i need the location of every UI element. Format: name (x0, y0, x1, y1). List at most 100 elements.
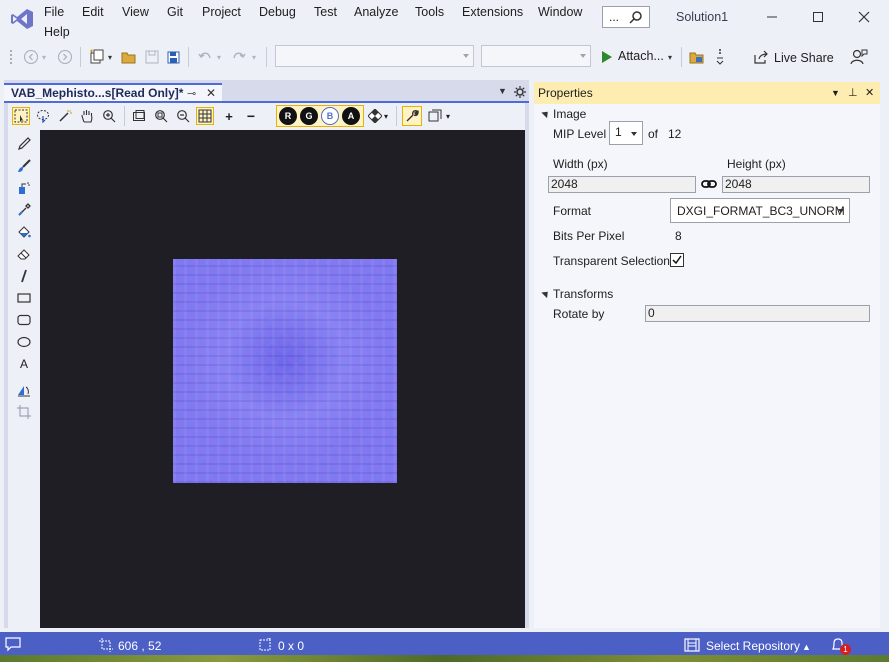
line-tool-icon[interactable] (15, 267, 33, 285)
live-share-icon[interactable] (752, 48, 770, 66)
menu-extensions[interactable]: Extensions (462, 5, 523, 19)
attach-button[interactable]: Attach... (618, 49, 664, 63)
notification-comment-icon[interactable] (5, 636, 21, 652)
pan-hand-icon[interactable] (78, 107, 96, 125)
menu-edit[interactable]: Edit (82, 5, 104, 19)
panel-dropdown-icon[interactable]: ▼ (831, 82, 840, 104)
menu-tools[interactable]: Tools (415, 5, 444, 19)
format-select[interactable]: DXGI_FORMAT_BC3_UNORM (670, 198, 850, 223)
brush-icon[interactable] (15, 157, 33, 175)
minimize-button[interactable] (758, 6, 786, 28)
navigate-back-icon[interactable] (22, 48, 40, 66)
lasso-select-icon[interactable] (34, 107, 52, 125)
normal-map-texture[interactable] (173, 259, 397, 483)
ellipse-tool-icon[interactable] (15, 333, 33, 351)
live-share-button[interactable]: Live Share (774, 51, 834, 65)
menu-window[interactable]: Window (538, 5, 582, 19)
undo-icon[interactable] (196, 48, 214, 66)
transforms-section-header: Transforms (553, 287, 614, 301)
rotate-by-field[interactable]: 0 (645, 305, 870, 322)
pencil-icon[interactable] (15, 135, 33, 153)
background-dropdown-icon[interactable]: ▾ (382, 107, 390, 125)
magic-wand-icon[interactable] (56, 107, 74, 125)
maximize-button[interactable] (804, 6, 832, 28)
properties-header: Properties ▼ ⊥ ✕ (534, 82, 880, 104)
open-folder-icon[interactable] (120, 48, 138, 66)
airbrush-icon[interactable] (15, 179, 33, 197)
settings-gear-icon[interactable] (514, 86, 526, 98)
zoom-in-plus-icon[interactable]: + (220, 107, 238, 125)
height-field[interactable]: 2048 (722, 176, 870, 193)
advanced-dropdown-icon[interactable]: ▾ (444, 107, 452, 125)
alpha-channel-toggle[interactable]: A (342, 107, 360, 125)
attach-dropdown-icon[interactable]: ▾ (666, 48, 674, 66)
close-tab-icon[interactable]: ✕ (206, 85, 216, 101)
rectangle-tool-icon[interactable] (15, 289, 33, 307)
start-debug-icon[interactable] (598, 48, 616, 66)
zoom-to-fit-icon[interactable] (152, 107, 170, 125)
navigate-forward-icon[interactable] (56, 48, 74, 66)
menu-debug[interactable]: Debug (259, 5, 296, 19)
menu-view[interactable]: View (122, 5, 149, 19)
select-repository-button[interactable]: Select Repository (706, 639, 800, 653)
format-value: DXGI_FORMAT_BC3_UNORM (677, 204, 845, 218)
folder-view-icon[interactable] (688, 48, 706, 66)
crop-icon[interactable] (15, 403, 33, 421)
repository-dropdown-icon[interactable]: ▲ (802, 642, 811, 652)
toolbar-grip-icon[interactable] (8, 48, 14, 66)
zoom-out-minus-icon[interactable]: − (242, 107, 260, 125)
search-input[interactable]: ... (602, 6, 650, 28)
rotate-image-icon[interactable] (15, 381, 33, 399)
properties-wrench-icon[interactable] (402, 106, 422, 126)
save-all-icon[interactable] (164, 48, 182, 66)
eyedropper-icon[interactable] (15, 201, 33, 219)
bits-per-pixel-label: Bits Per Pixel (553, 229, 625, 243)
save-icon[interactable] (143, 48, 161, 66)
close-panel-icon[interactable]: ✕ (865, 82, 874, 104)
menu-file[interactable]: File (44, 5, 64, 19)
pixel-grid-icon[interactable] (196, 107, 214, 125)
menu-git[interactable]: Git (167, 5, 183, 19)
back-dropdown-icon[interactable]: ▾ (40, 48, 48, 66)
redo-dropdown-icon[interactable]: ▾ (250, 48, 258, 66)
menu-help[interactable]: Help (44, 25, 70, 39)
new-project-icon[interactable] (88, 48, 106, 66)
text-tool-icon[interactable]: A (15, 355, 33, 373)
pin-tab-icon[interactable]: ⊸ (187, 86, 196, 102)
configuration-combo[interactable] (275, 45, 474, 67)
menu-test[interactable]: Test (314, 5, 337, 19)
blue-channel-toggle[interactable]: B (321, 107, 339, 125)
fill-bucket-icon[interactable] (15, 223, 33, 241)
mip-level-select[interactable]: 1 (609, 121, 643, 145)
transparent-selection-checkbox[interactable] (670, 253, 684, 267)
actual-size-icon[interactable] (130, 107, 148, 125)
width-field[interactable]: 2048 (548, 176, 696, 193)
rounded-rectangle-tool-icon[interactable] (15, 311, 33, 329)
eraser-icon[interactable] (15, 245, 33, 263)
red-channel-toggle[interactable]: R (279, 107, 297, 125)
feedback-icon[interactable] (850, 48, 868, 66)
link-dimensions-icon[interactable] (701, 178, 717, 190)
green-channel-toggle[interactable]: G (300, 107, 318, 125)
platform-combo[interactable] (481, 45, 591, 67)
combo-arrow-icon (580, 54, 586, 58)
new-dropdown-icon[interactable]: ▾ (106, 48, 114, 66)
document-tab[interactable]: VAB_Mephisto...s[Read Only]* ⊸ ✕ (4, 83, 222, 103)
toolbar-overflow-icon[interactable] (714, 48, 726, 66)
menu-analyze[interactable]: Analyze (354, 5, 398, 19)
close-button[interactable] (850, 6, 878, 28)
zoom-out-icon[interactable] (174, 107, 192, 125)
undo-dropdown-icon[interactable]: ▾ (215, 48, 223, 66)
tab-list-dropdown-icon[interactable]: ▼ (498, 86, 507, 96)
zoom-icon[interactable] (100, 107, 118, 125)
rectangle-select-icon[interactable] (12, 107, 30, 125)
mip-level-value: 1 (615, 125, 622, 139)
pin-panel-icon[interactable]: ⊥ (848, 82, 858, 104)
visual-studio-logo-icon[interactable] (10, 8, 34, 30)
redo-icon[interactable] (230, 48, 248, 66)
menu-project[interactable]: Project (202, 5, 241, 19)
advanced-tools-icon[interactable] (426, 107, 444, 125)
solution-name: Solution1 (676, 10, 729, 24)
document-tab-title: VAB_Mephisto...s[Read Only]* (11, 86, 184, 100)
toolbar-separator (396, 106, 397, 126)
